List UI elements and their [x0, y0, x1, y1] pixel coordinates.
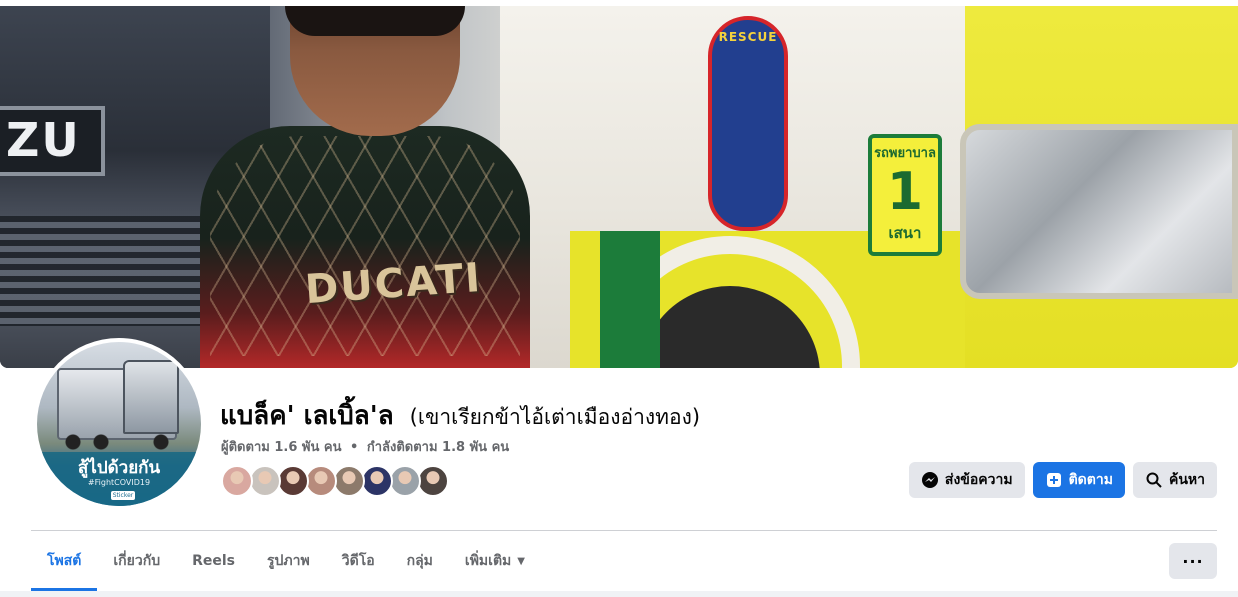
- sign-top-text: รถพยาบาล: [874, 146, 936, 161]
- profile-stats: ผู้ติดตาม 1.6 พัน คน • กำลังติดตาม 1.8 พ…: [221, 436, 509, 457]
- message-button-label: ส่งข้อความ: [944, 471, 1013, 487]
- rescue-shield-text: RESCUE: [718, 30, 778, 44]
- avatar-truck-cab: [123, 360, 179, 434]
- profile-actions: ส่งข้อความ ติดตาม ค้นหา: [908, 462, 1217, 498]
- profile-name-row: แบล็ค' เลเบิ้ล'ล (เขาเรียกข้าไอ้เต่าเมือ…: [220, 395, 700, 436]
- tab-groups[interactable]: กลุ่ม: [391, 531, 449, 591]
- tab-label: โพสต์: [47, 553, 82, 569]
- chevron-down-icon: ▼: [517, 555, 525, 567]
- profile-name: แบล็ค' เลเบิ้ล'ล: [220, 401, 394, 431]
- ambulance-number-sign: รถพยาบาล 1 เสนา: [868, 134, 942, 256]
- profile-tabs: โพสต์ เกี่ยวกับ Reels รูปภาพ วิดีโอ กลุ่…: [31, 531, 541, 591]
- avatar-frame-logo: Sticker: [111, 491, 135, 500]
- follow-button[interactable]: ติดตาม: [1032, 462, 1125, 498]
- tab-about[interactable]: เกี่ยวกับ: [97, 531, 176, 591]
- sign-bottom-text: เสนา: [872, 221, 938, 245]
- cover-photo[interactable]: ZU RESCUE รถพยาบาล 1 เสนา DUCATI: [0, 6, 1238, 368]
- friend-avatar[interactable]: [277, 465, 309, 497]
- tab-label: กลุ่ม: [406, 553, 433, 569]
- more-options-icon: ···: [1182, 551, 1204, 571]
- profile-avatar[interactable]: สู้ไปด้วยกัน #FightCOVID19 Sticker: [33, 338, 205, 510]
- followers-link[interactable]: ผู้ติดตาม 1.6 พัน คน: [221, 440, 341, 455]
- rescue-shield-emblem: [708, 16, 788, 231]
- following-link[interactable]: กำลังติดตาม 1.8 พัน คน: [367, 440, 509, 455]
- friend-avatars: [221, 465, 449, 497]
- avatar-frame-hashtag: #FightCOVID19: [87, 478, 151, 487]
- messenger-icon: [921, 471, 939, 489]
- tab-reels[interactable]: Reels: [176, 531, 251, 591]
- profile-alternate-name: (เขาเรียกข้าไอ้เต่าเมืองอ่างทอง): [409, 405, 701, 429]
- friend-avatar[interactable]: [305, 465, 337, 497]
- cover-headlight: [960, 124, 1238, 299]
- friend-avatar[interactable]: [417, 465, 449, 497]
- cover-truck-grille: [0, 216, 230, 326]
- avatar-frame-title: สู้ไปด้วยกัน: [77, 458, 161, 478]
- friend-avatar[interactable]: [333, 465, 365, 497]
- tab-label: Reels: [192, 553, 235, 569]
- cover-shirt-pattern: [210, 136, 520, 356]
- friend-avatar[interactable]: [249, 465, 281, 497]
- stats-separator: •: [350, 440, 359, 455]
- cover-green-stripe: [600, 231, 660, 368]
- tab-label: รูปภาพ: [267, 553, 310, 569]
- more-options-button[interactable]: ···: [1169, 543, 1217, 579]
- search-button[interactable]: ค้นหา: [1132, 462, 1217, 498]
- cover-person-hair: [285, 6, 465, 36]
- tab-more[interactable]: เพิ่มเติม ▼: [449, 531, 541, 591]
- follow-plus-icon: [1045, 471, 1063, 489]
- friend-avatar[interactable]: [389, 465, 421, 497]
- message-button[interactable]: ส่งข้อความ: [908, 462, 1025, 498]
- search-icon: [1145, 471, 1163, 489]
- avatar-truck-wheels: [61, 434, 181, 450]
- page-background-strip: [0, 591, 1238, 597]
- tab-label: เพิ่มเติม: [464, 553, 512, 569]
- tab-photos[interactable]: รูปภาพ: [251, 531, 326, 591]
- friend-avatar[interactable]: [361, 465, 393, 497]
- tab-label: เกี่ยวกับ: [113, 553, 161, 569]
- search-button-label: ค้นหา: [1168, 471, 1205, 487]
- tab-posts[interactable]: โพสต์: [31, 531, 98, 591]
- avatar-image: สู้ไปด้วยกัน #FightCOVID19 Sticker: [37, 342, 201, 506]
- cover-truck-badge: ZU: [0, 106, 105, 176]
- tab-label: วิดีโอ: [341, 553, 375, 569]
- sign-number: 1: [886, 162, 924, 222]
- tab-videos[interactable]: วิดีโอ: [326, 531, 391, 591]
- follow-button-label: ติดตาม: [1068, 471, 1113, 487]
- friend-avatar[interactable]: [221, 465, 253, 497]
